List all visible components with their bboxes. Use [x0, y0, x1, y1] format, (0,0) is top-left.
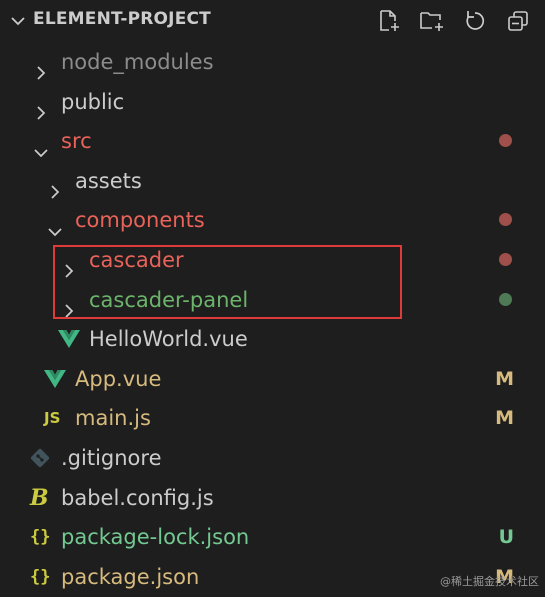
chevron-down-icon[interactable] [10, 13, 26, 33]
tree-item-label: node_modules [61, 50, 214, 74]
folder-row[interactable]: node_modules [0, 42, 545, 82]
file-row[interactable]: JS main.js M [0, 398, 545, 438]
json-icon: {} [30, 566, 51, 587]
tree-item-label: package-lock.json [61, 525, 250, 550]
tree-item-label: package.json [61, 564, 200, 589]
git-icon [30, 438, 50, 478]
file-row[interactable]: Bbabel.config.js [0, 478, 545, 518]
git-status-badge: M [495, 367, 514, 390]
tree-item-label: src [61, 129, 92, 154]
highlight-box [53, 245, 402, 319]
file-row[interactable]: App.vue M [0, 359, 545, 399]
tree-item-label: main.js [75, 406, 151, 431]
folder-row[interactable]: public [0, 82, 545, 122]
folder-row[interactable]: src [0, 121, 545, 161]
status-dot [499, 213, 512, 227]
tree-item-label: babel.config.js [61, 485, 214, 510]
git-status-badge: U [498, 526, 514, 549]
file-row[interactable]: HelloWorld.vue [0, 319, 545, 359]
explorer-header: ELEMENT-PROJECT [0, 0, 545, 42]
tree-item-label: .gitignore [61, 446, 162, 470]
new-file-icon[interactable] [375, 7, 403, 35]
new-folder-icon[interactable] [418, 7, 446, 35]
vue-icon [58, 319, 80, 359]
json-icon: {} [30, 527, 51, 548]
status-dot [499, 253, 512, 266]
collapse-all-icon[interactable] [504, 7, 532, 35]
js-icon: JS [44, 409, 61, 428]
git-status-badge: M [495, 407, 514, 430]
watermark: @稀土掘金技术社区 [440, 575, 539, 588]
file-row[interactable]: {} package-lock.json U [0, 517, 545, 557]
status-dot [499, 292, 512, 306]
tree-item-label: public [61, 89, 125, 114]
folder-row[interactable]: assets [0, 161, 545, 201]
refresh-icon[interactable] [461, 7, 489, 35]
file-row[interactable]: .gitignore [0, 438, 545, 478]
folder-row[interactable]: components [0, 200, 545, 240]
tree-item-label: assets [75, 168, 142, 193]
tree-item-label: HelloWorld.vue [89, 327, 248, 352]
tree-item-label: App.vue [75, 366, 162, 391]
vue-icon [44, 359, 66, 399]
status-dot [499, 134, 512, 148]
tree-item-label: components [75, 208, 205, 233]
project-title[interactable]: ELEMENT-PROJECT [33, 9, 211, 29]
babel-icon: B [30, 484, 49, 511]
